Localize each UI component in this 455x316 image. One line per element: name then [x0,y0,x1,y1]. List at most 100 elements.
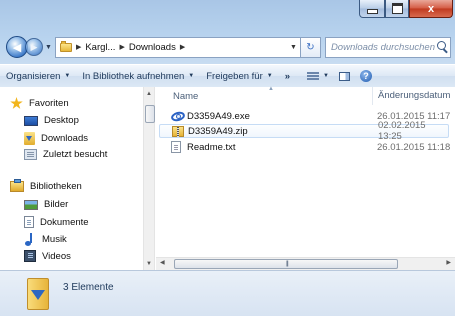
breadcrumb-separator-icon[interactable]: ▶ [119,43,124,51]
file-name: D3359A49.exe [187,110,250,122]
zip-folder-icon [172,125,184,137]
music-icon [24,233,36,246]
navigation-pane: Favoriten Desktop Downloads Zuletzt besu… [0,87,143,270]
downloads-folder-large-icon [27,278,49,310]
user-folder-icon [59,40,72,52]
preview-pane-icon [338,71,350,81]
address-history-dropdown-icon[interactable]: ▼ [290,44,297,51]
minimize-icon [366,8,378,14]
sidebar-item-documents[interactable]: Dokumente [24,216,89,228]
sidebar-group-label: Favoriten [29,98,69,109]
include-in-library-menu[interactable]: In Bibliothek aufnehmen ▼ [76,71,200,82]
chevron-down-icon: ▼ [266,73,273,79]
content-area: Favoriten Desktop Downloads Zuletzt besu… [0,86,455,270]
chevron-down-icon: ▼ [188,73,195,79]
command-bar: Organisieren ▼ In Bibliothek aufnehmen ▼ F… [0,64,455,88]
sidebar-item-label: Downloads [41,133,88,144]
file-list: Name ▲ Änderungsdatum D3359A49.exe 26.01… [156,86,455,270]
details-pane: 3 Elemente [0,270,455,316]
close-icon: x [427,2,435,15]
recent-pages-dropdown[interactable]: ▼ [45,44,52,51]
file-name: Readme.txt [187,141,236,153]
favorites-star-icon [10,97,23,109]
share-with-menu[interactable]: Freigeben für ▼ [200,71,278,82]
refresh-button[interactable]: ↻ [300,36,321,58]
include-in-library-label: In Bibliothek aufnehmen [82,70,185,82]
item-count: 3 Elemente [63,282,114,293]
scrollbar-thumb[interactable] [145,105,155,123]
share-with-label: Freigeben für [206,70,263,82]
grip-icon: ||| [286,261,289,267]
documents-icon [24,216,34,228]
caption-buttons: x [359,0,453,20]
chevron-down-icon: ▼ [64,73,71,79]
exe-icon [171,110,185,122]
explorer-window: x ◀ ▶ ▼ ▶ Kargl... ▶ Downloads ▶ ▼ ↻ Dow… [0,0,455,316]
file-row-zip[interactable]: D3359A49.zip 02.02.2015 13:25 [159,120,449,142]
navigation-pane-scrollbar[interactable]: ▲ ▼ [143,87,155,270]
libraries-icon [10,179,24,192]
file-date-modified: 02.02.2015 13:25 [378,120,426,142]
more-commands-button[interactable]: » [279,71,296,82]
sidebar-item-label: Musik [42,234,67,245]
maximize-icon [391,3,403,14]
scroll-up-arrow-icon[interactable]: ▲ [144,91,154,97]
chevron-down-icon: ▼ [323,73,329,79]
search-box[interactable]: Downloads durchsuchen [324,36,451,58]
sidebar-group-favorites[interactable]: Favoriten [10,97,69,110]
sidebar-item-music[interactable]: Musik [24,233,67,246]
back-arrow-icon: ◀ [12,41,22,54]
help-button[interactable]: ? [355,70,377,82]
close-button[interactable]: x [409,0,453,18]
downloads-icon [24,132,35,145]
sidebar-item-label: Desktop [44,115,79,126]
recent-places-icon [24,149,37,160]
breadcrumb-user-folder[interactable]: Kargl... [85,42,115,53]
breadcrumb-separator-icon[interactable]: ▶ [76,43,81,51]
text-file-icon [171,141,181,153]
refresh-icon: ↻ [306,41,315,53]
column-header-date-modified[interactable]: Änderungsdatum [372,87,450,105]
sidebar-item-pictures[interactable]: Bilder [24,199,68,210]
sidebar-item-videos[interactable]: Videos [24,250,71,262]
scroll-right-arrow-icon[interactable]: ▶ [446,259,451,266]
search-placeholder: Downloads durchsuchen [330,41,435,53]
sidebar-item-label: Videos [42,250,71,262]
sidebar-group-label: Bibliotheken [30,181,82,192]
pictures-icon [24,199,38,210]
organize-label: Organisieren [6,70,61,82]
change-view-button[interactable]: ▼ [302,71,334,81]
navigation-bar: ◀ ▶ ▼ ▶ Kargl... ▶ Downloads ▶ ▼ ↻ Downl… [6,35,451,59]
breadcrumb-separator-icon[interactable]: ▶ [180,43,185,51]
scroll-left-arrow-icon[interactable]: ◀ [160,259,165,266]
address-bar[interactable]: ▶ Kargl... ▶ Downloads ▶ ▼ [54,36,301,58]
column-header-name[interactable]: Name [173,91,198,102]
minimize-button[interactable] [359,0,385,18]
file-list-horizontal-scrollbar[interactable]: ◀ ||| ▶ [156,257,455,270]
search-icon[interactable] [437,40,446,50]
view-options-icon [307,71,319,81]
sidebar-item-desktop[interactable]: Desktop [24,115,79,126]
maximize-button[interactable] [385,0,409,18]
breadcrumb-downloads[interactable]: Downloads [129,42,176,53]
sidebar-group-libraries[interactable]: Bibliotheken [10,179,82,192]
sidebar-item-downloads[interactable]: Downloads [24,132,88,145]
desktop-icon [24,115,38,126]
file-date-modified: 26.01.2015 11:18 [377,141,451,153]
sidebar-item-label: Bilder [44,199,69,210]
sidebar-item-label: Dokumente [40,216,89,228]
file-row-txt[interactable]: Readme.txt 26.01.2015 11:18 [156,140,455,154]
organize-menu[interactable]: Organisieren ▼ [0,71,76,82]
forward-button[interactable]: ▶ [25,38,43,56]
scrollbar-thumb[interactable]: ||| [174,259,398,269]
sort-ascending-icon: ▲ [268,86,274,92]
help-icon: ? [359,70,372,82]
sidebar-item-label: Zuletzt besucht [43,149,108,160]
preview-pane-button[interactable] [334,71,355,81]
column-headers: Name ▲ Änderungsdatum [156,86,455,105]
forward-arrow-icon: ▶ [30,41,38,52]
sidebar-item-recent-places[interactable]: Zuletzt besucht [24,149,107,160]
scroll-down-arrow-icon[interactable]: ▼ [144,261,154,267]
videos-icon [24,250,36,262]
file-name: D3359A49.zip [188,125,248,137]
